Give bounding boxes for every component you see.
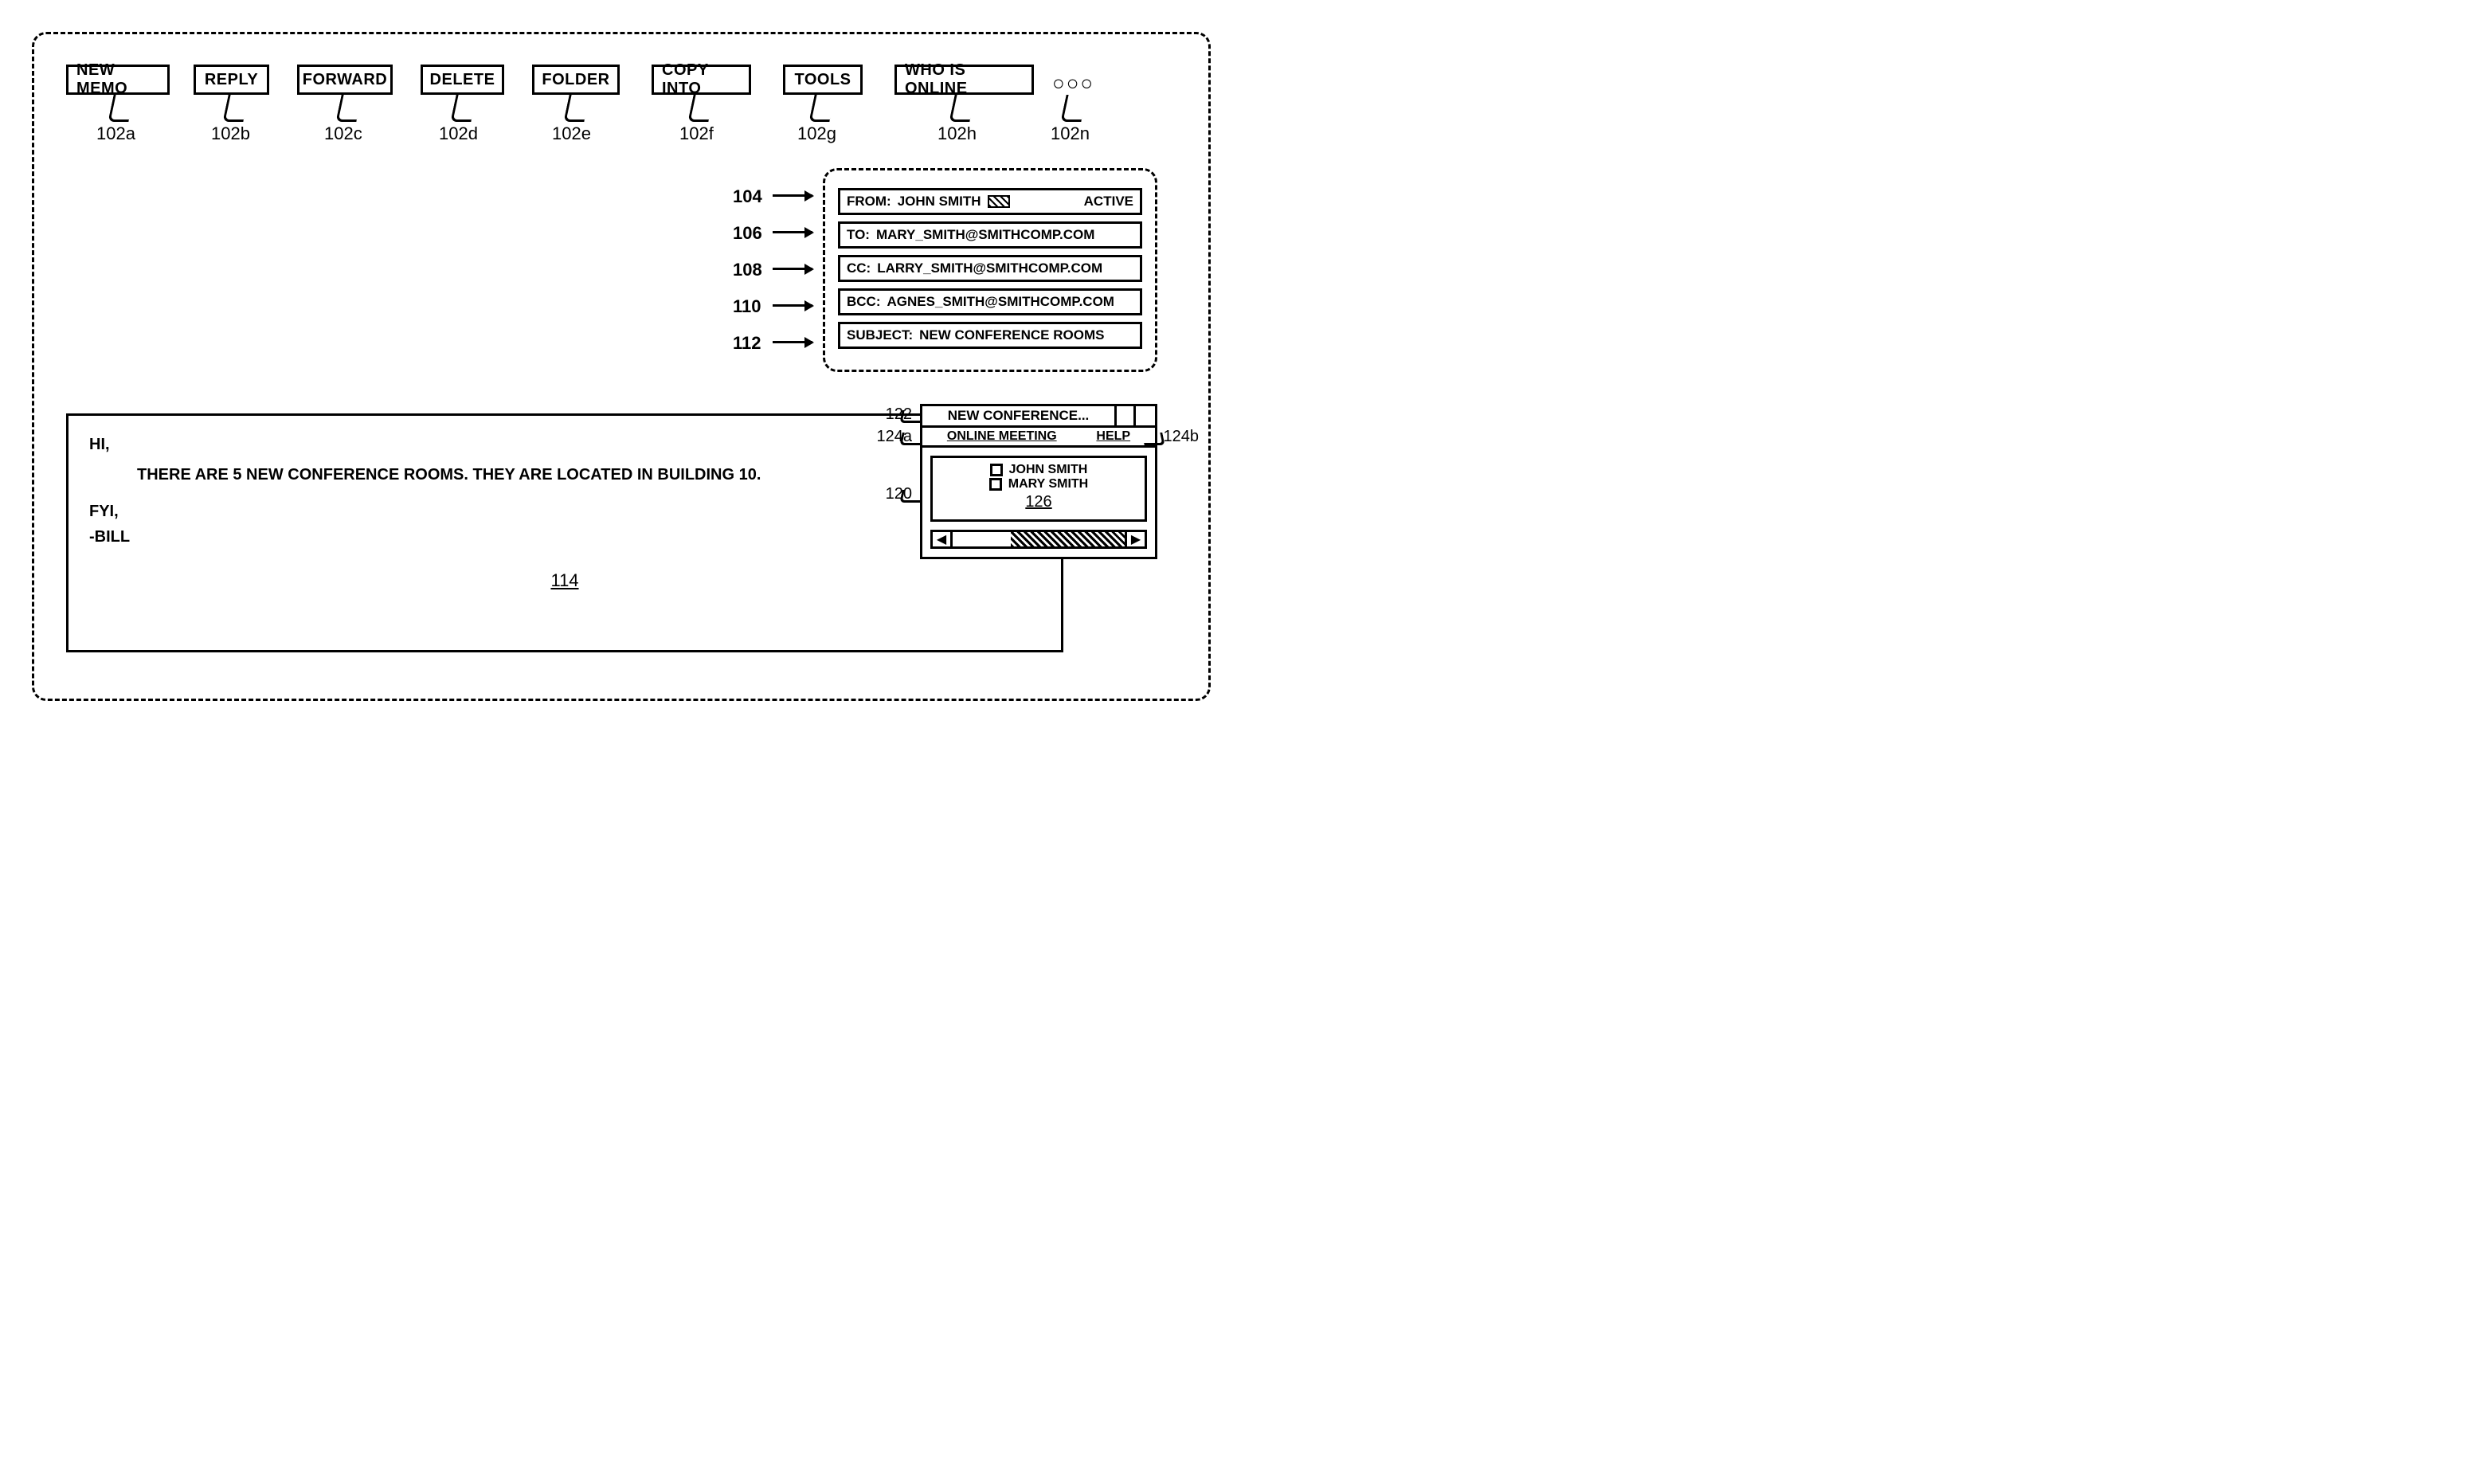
popout-title: NEW CONFERENCE... bbox=[922, 406, 1117, 425]
reply-button[interactable]: REPLY bbox=[194, 65, 269, 95]
from-field: 104 FROM: JOHN SMITH ACTIVE bbox=[838, 188, 1142, 215]
online-meeting-menu[interactable]: ONLINE MEETING bbox=[947, 429, 1057, 444]
ref-114: 114 bbox=[550, 566, 578, 594]
message-header-panel: 104 FROM: JOHN SMITH ACTIVE 106 TO: MARY… bbox=[823, 168, 1157, 372]
ref-102d: 102d bbox=[439, 123, 478, 144]
app-frame: NEW MEMO REPLY FORWARD DELETE FOLDER COP… bbox=[32, 32, 1211, 701]
bcc-field: 110 BCC: AGNES_SMITH@SMITHCOMP.COM bbox=[838, 288, 1142, 315]
popout-titlebar[interactable]: NEW CONFERENCE... bbox=[922, 406, 1155, 428]
ref-106: 106 bbox=[733, 223, 762, 244]
ref-102b: 102b bbox=[211, 123, 250, 144]
ref-102c: 102c bbox=[324, 123, 362, 144]
ref-102h: 102h bbox=[938, 123, 977, 144]
folder-button[interactable]: FOLDER bbox=[532, 65, 620, 95]
checkbox-icon[interactable] bbox=[990, 464, 1003, 476]
meeting-popout-panel: NEW CONFERENCE... ONLINE MEETING HELP JO… bbox=[920, 404, 1157, 559]
ref-126: 126 bbox=[941, 493, 1137, 511]
delete-button[interactable]: DELETE bbox=[421, 65, 504, 95]
scroll-track[interactable] bbox=[950, 532, 1127, 546]
copy-into-button[interactable]: COPY INTO bbox=[652, 65, 751, 95]
new-memo-button[interactable]: NEW MEMO bbox=[66, 65, 170, 95]
forward-button[interactable]: FORWARD bbox=[297, 65, 393, 95]
popout-menubar: ONLINE MEETING HELP bbox=[922, 428, 1155, 448]
ref-102g: 102g bbox=[797, 123, 836, 144]
tools-button[interactable]: TOOLS bbox=[783, 65, 863, 95]
popout-titlebar-button-1[interactable] bbox=[1117, 406, 1136, 425]
ref-110: 110 bbox=[733, 296, 761, 317]
ref-124b: 124b bbox=[1164, 428, 1200, 446]
scroll-right-icon[interactable]: ▶ bbox=[1127, 532, 1145, 546]
ref-104: 104 bbox=[733, 186, 762, 207]
body-closing-2: -BILL bbox=[89, 524, 1040, 550]
cc-field: 108 CC: LARRY_SMITH@SMITHCOMP.COM bbox=[838, 255, 1142, 282]
to-field: 106 TO: MARY_SMITH@SMITHCOMP.COM bbox=[838, 221, 1142, 249]
popout-scrollbar[interactable]: ◀ ▶ bbox=[930, 530, 1147, 549]
subject-field: 112 SUBJECT: NEW CONFERENCE ROOMS bbox=[838, 322, 1142, 349]
ref-102f: 102f bbox=[679, 123, 714, 144]
ref-102e: 102e bbox=[552, 123, 591, 144]
participant-row[interactable]: JOHN SMITH bbox=[941, 463, 1137, 477]
ref-102n: 102n bbox=[1051, 123, 1090, 144]
who-is-online-button[interactable]: WHO IS ONLINE bbox=[894, 65, 1034, 95]
ref-112: 112 bbox=[733, 333, 761, 354]
popout-titlebar-button-2[interactable] bbox=[1136, 406, 1155, 425]
ref-102a: 102a bbox=[96, 123, 135, 144]
participant-row[interactable]: MARY SMITH bbox=[941, 477, 1137, 491]
message-body: HI, THERE ARE 5 NEW CONFERENCE ROOMS. TH… bbox=[66, 413, 1063, 652]
overflow-icon[interactable]: ○○○ bbox=[1052, 71, 1094, 96]
scroll-left-icon[interactable]: ◀ bbox=[933, 532, 950, 546]
participant-list: JOHN SMITH MARY SMITH 126 bbox=[930, 456, 1147, 522]
help-menu[interactable]: HELP bbox=[1096, 429, 1130, 444]
scroll-thumb[interactable] bbox=[1011, 532, 1125, 546]
presence-icon bbox=[988, 195, 1010, 208]
checkbox-icon[interactable] bbox=[989, 478, 1002, 491]
ref-108: 108 bbox=[733, 260, 762, 280]
